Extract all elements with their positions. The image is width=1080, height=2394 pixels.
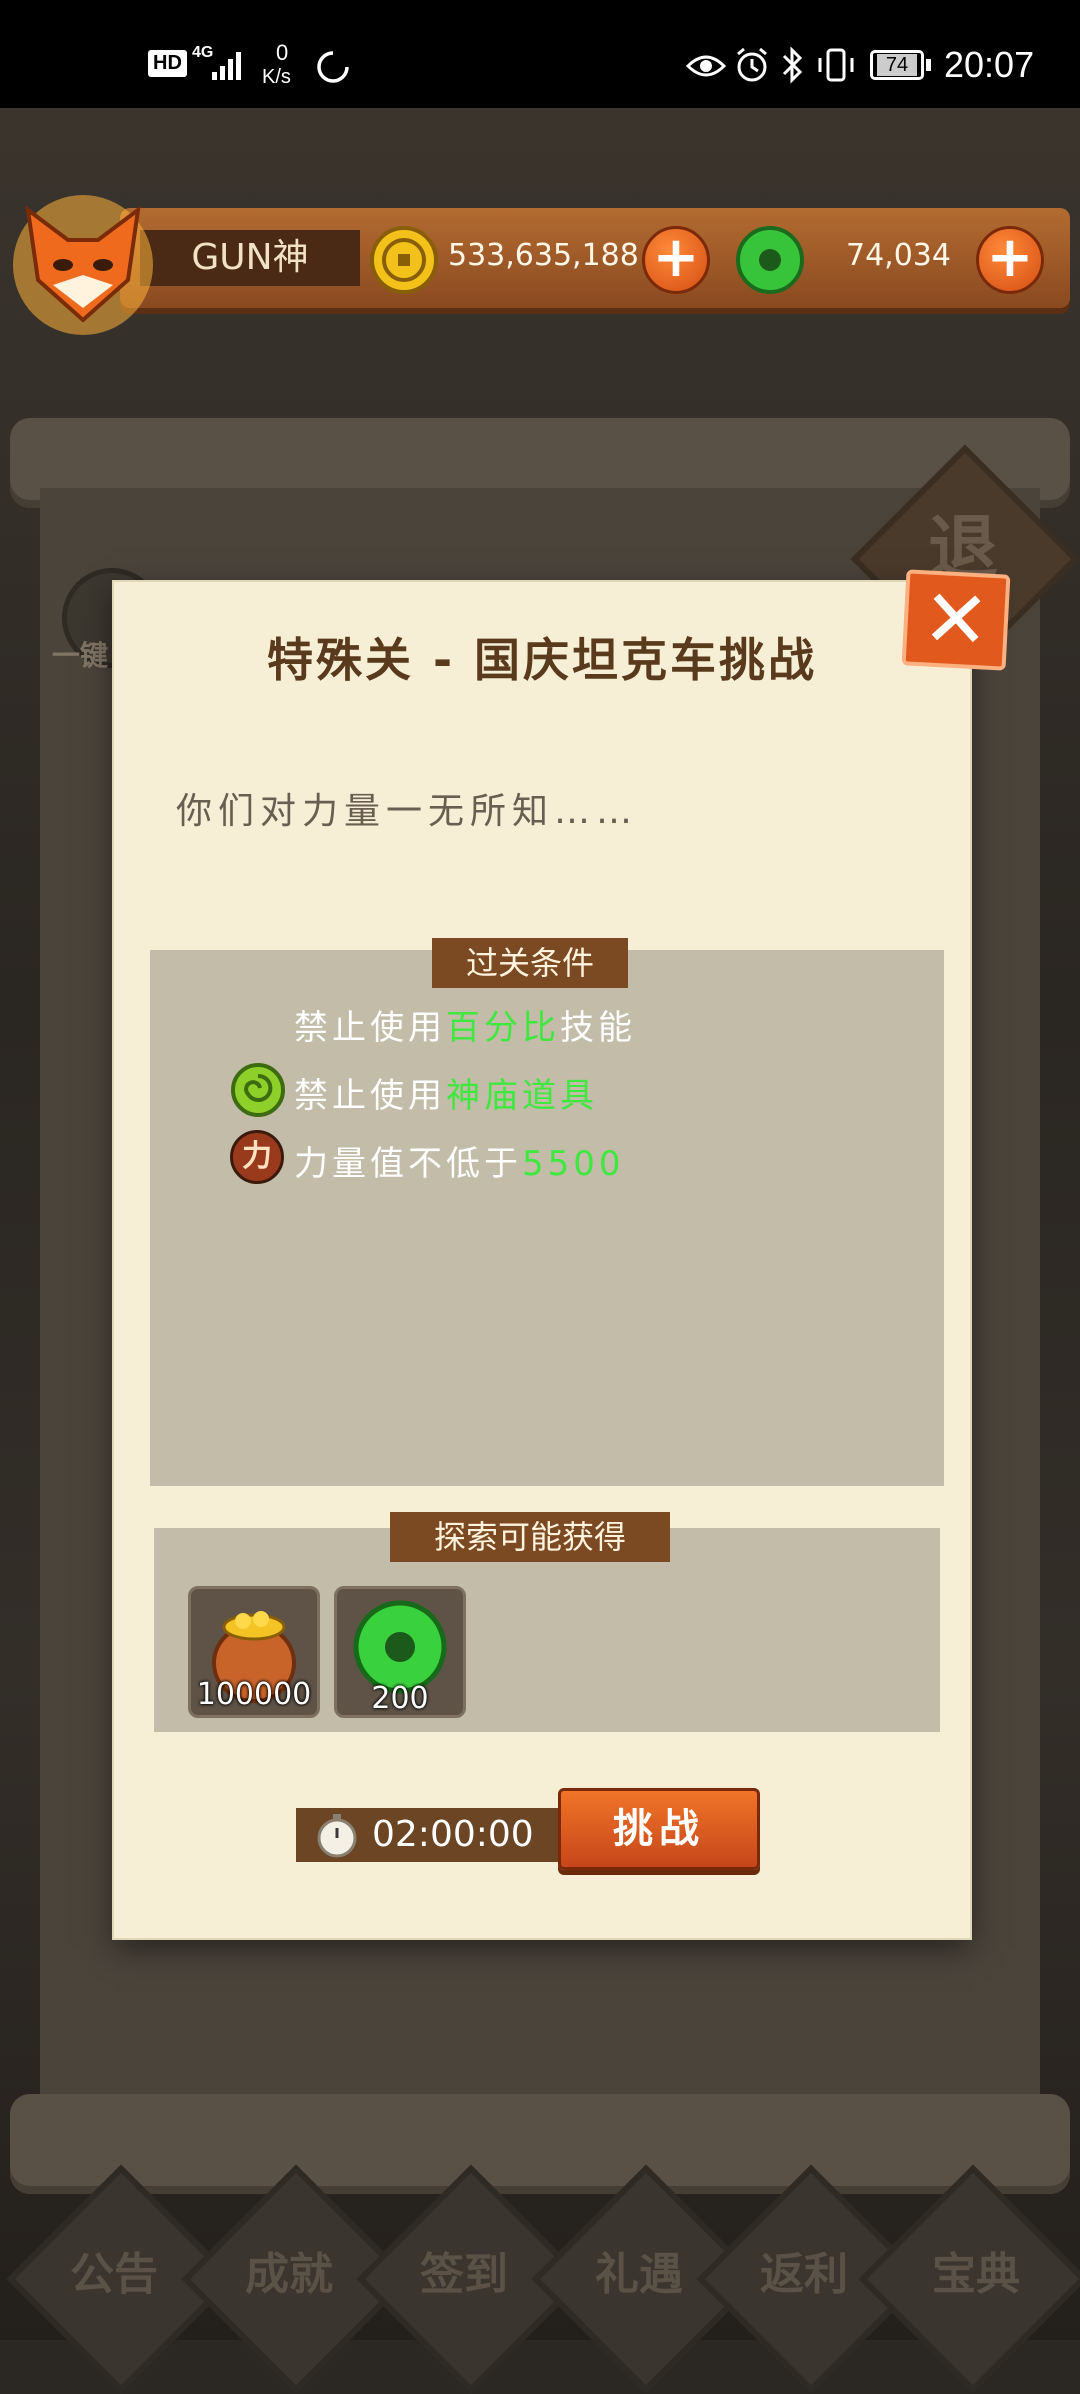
bottom-tab-label: 成就: [245, 2249, 333, 2300]
close-icon: ✕: [920, 571, 992, 668]
conditions-header: 过关条件: [432, 938, 628, 988]
bottom-tab-label: 礼遇: [595, 2249, 683, 2300]
rewards-header: 探索可能获得: [390, 1512, 670, 1562]
status-bar: HD 4G 0 K/s 74 20:07: [0, 0, 1080, 108]
challenge-dialog: 特殊关 - 国庆坦克车挑战 你们对力量一无所知…… 过关条件 禁止使用百分比技能…: [114, 582, 970, 1938]
condition-suffix: 技能: [560, 1008, 636, 1048]
dialog-title: 特殊关 - 国庆坦克车挑战: [266, 633, 818, 687]
signal-icon: [212, 52, 241, 80]
bottom-tab-label: 签到: [420, 2249, 508, 2300]
vibrate-icon: [818, 48, 854, 82]
add-jade-button[interactable]: +: [976, 226, 1044, 294]
jade-swirl-icon: [231, 1063, 285, 1117]
bottom-tab-label: 宝典: [932, 2249, 1020, 2300]
condition-prefix: 力量值不低于: [294, 1144, 522, 1184]
battery-tip: [926, 59, 931, 71]
reward-item-gold[interactable]: 100000: [188, 1586, 320, 1718]
dialog-description: 你们对力量一无所知……: [176, 791, 639, 832]
condition-row: 禁止使用百分比技能: [294, 1000, 636, 1049]
jade-amount: 74,034: [846, 238, 951, 273]
bluetooth-icon: [782, 46, 803, 84]
fox-mask-icon: [13, 195, 153, 335]
battery-icon: 74: [870, 50, 924, 80]
hd-badge: HD: [148, 50, 187, 77]
add-gold-button[interactable]: +: [642, 226, 710, 294]
battery-level: 74: [877, 54, 917, 76]
reward-item-jade[interactable]: 200: [334, 1586, 466, 1718]
net-speed-unit: K/s: [262, 66, 291, 88]
condition-row: 力量值不低于5500: [294, 1136, 625, 1185]
condition-highlight: 神庙道具: [446, 1076, 598, 1116]
clock: 20:07: [944, 44, 1035, 85]
challenge-button[interactable]: 挑战: [558, 1788, 760, 1870]
one-key-label: 一键: [52, 639, 109, 672]
timer-text: 02:00:00: [372, 1814, 534, 1855]
power-icon: 力: [230, 1130, 284, 1184]
resource-bar: GUN神 533,635,188 + 74,034 +: [120, 208, 1070, 308]
player-name: GUN神: [140, 230, 360, 286]
eye-icon: [686, 55, 726, 77]
reward-count: 100000: [196, 1677, 312, 1712]
gold-amount: 533,635,188: [448, 238, 639, 273]
condition-highlight: 5500: [522, 1144, 625, 1184]
bottom-tab-label: 返利: [760, 2249, 848, 2300]
condition-prefix: 禁止使用: [294, 1076, 446, 1116]
close-button[interactable]: ✕: [901, 569, 1011, 671]
gold-coin-icon: [370, 226, 438, 294]
reward-count: 200: [371, 1681, 429, 1716]
condition-highlight: 百分比: [446, 1008, 560, 1048]
net-speed-value: 0: [276, 40, 289, 65]
condition-prefix: 禁止使用: [294, 1008, 446, 1048]
scroll-bottom-rod: [10, 2094, 1070, 2194]
avatar[interactable]: [8, 190, 158, 340]
bottom-tab-label: 公告: [70, 2249, 158, 2300]
alarm-icon: [737, 47, 767, 82]
condition-row: 禁止使用神庙道具: [294, 1068, 598, 1117]
stopwatch-icon: [317, 1814, 357, 1858]
jade-ring-icon: [736, 226, 804, 294]
loading-icon: [317, 51, 349, 83]
